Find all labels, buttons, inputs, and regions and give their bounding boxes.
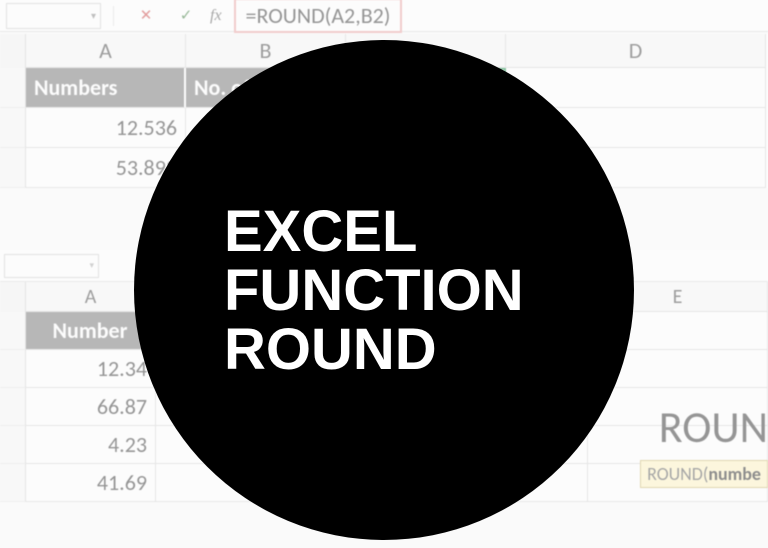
formula-input[interactable]: =ROUND(A2,B2) (234, 0, 403, 33)
cell-a3[interactable]: 66.87 (26, 388, 156, 426)
title-line-1: EXCEL (224, 202, 417, 261)
formula-bar: ✕ ✓ fx =ROUND(A2,B2) (0, 0, 768, 32)
tooltip-arg: numbe (708, 463, 761, 485)
accept-icon[interactable]: ✓ (176, 6, 196, 26)
cancel-icon[interactable]: ✕ (136, 6, 156, 26)
corner-cell[interactable] (0, 282, 26, 312)
title-line-3: ROUND (224, 320, 437, 379)
fx-icon[interactable]: fx (210, 7, 222, 25)
row-header[interactable] (0, 108, 26, 148)
name-box[interactable] (6, 3, 101, 29)
row-header[interactable] (0, 68, 26, 108)
row-header[interactable] (0, 388, 26, 426)
name-box-2[interactable] (4, 254, 99, 278)
row-header[interactable] (0, 464, 26, 502)
title-line-2: FUNCTION (224, 261, 524, 320)
row-header[interactable] (0, 312, 26, 350)
tooltip-text: ROUND( (647, 463, 708, 485)
cell-a4[interactable]: 4.23 (26, 426, 156, 464)
divider (113, 6, 114, 26)
title-overlay: EXCEL FUNCTION ROUND (134, 40, 634, 540)
function-tooltip: ROUND(numbe (640, 460, 768, 488)
row-header[interactable] (0, 148, 26, 188)
cell-a2[interactable]: 12.34 (26, 350, 156, 388)
cell-a2[interactable]: 12.536 (26, 108, 186, 148)
row-header[interactable] (0, 350, 26, 388)
col-header-d[interactable]: D (506, 34, 766, 68)
row-header[interactable] (0, 426, 26, 464)
col-header-a[interactable]: A (26, 34, 186, 68)
formula-preview-text: ROUN (659, 400, 768, 454)
cell-a5[interactable]: 41.69 (26, 464, 156, 502)
cell-a1[interactable]: Numbers (26, 68, 186, 108)
corner-cell[interactable] (0, 34, 26, 68)
